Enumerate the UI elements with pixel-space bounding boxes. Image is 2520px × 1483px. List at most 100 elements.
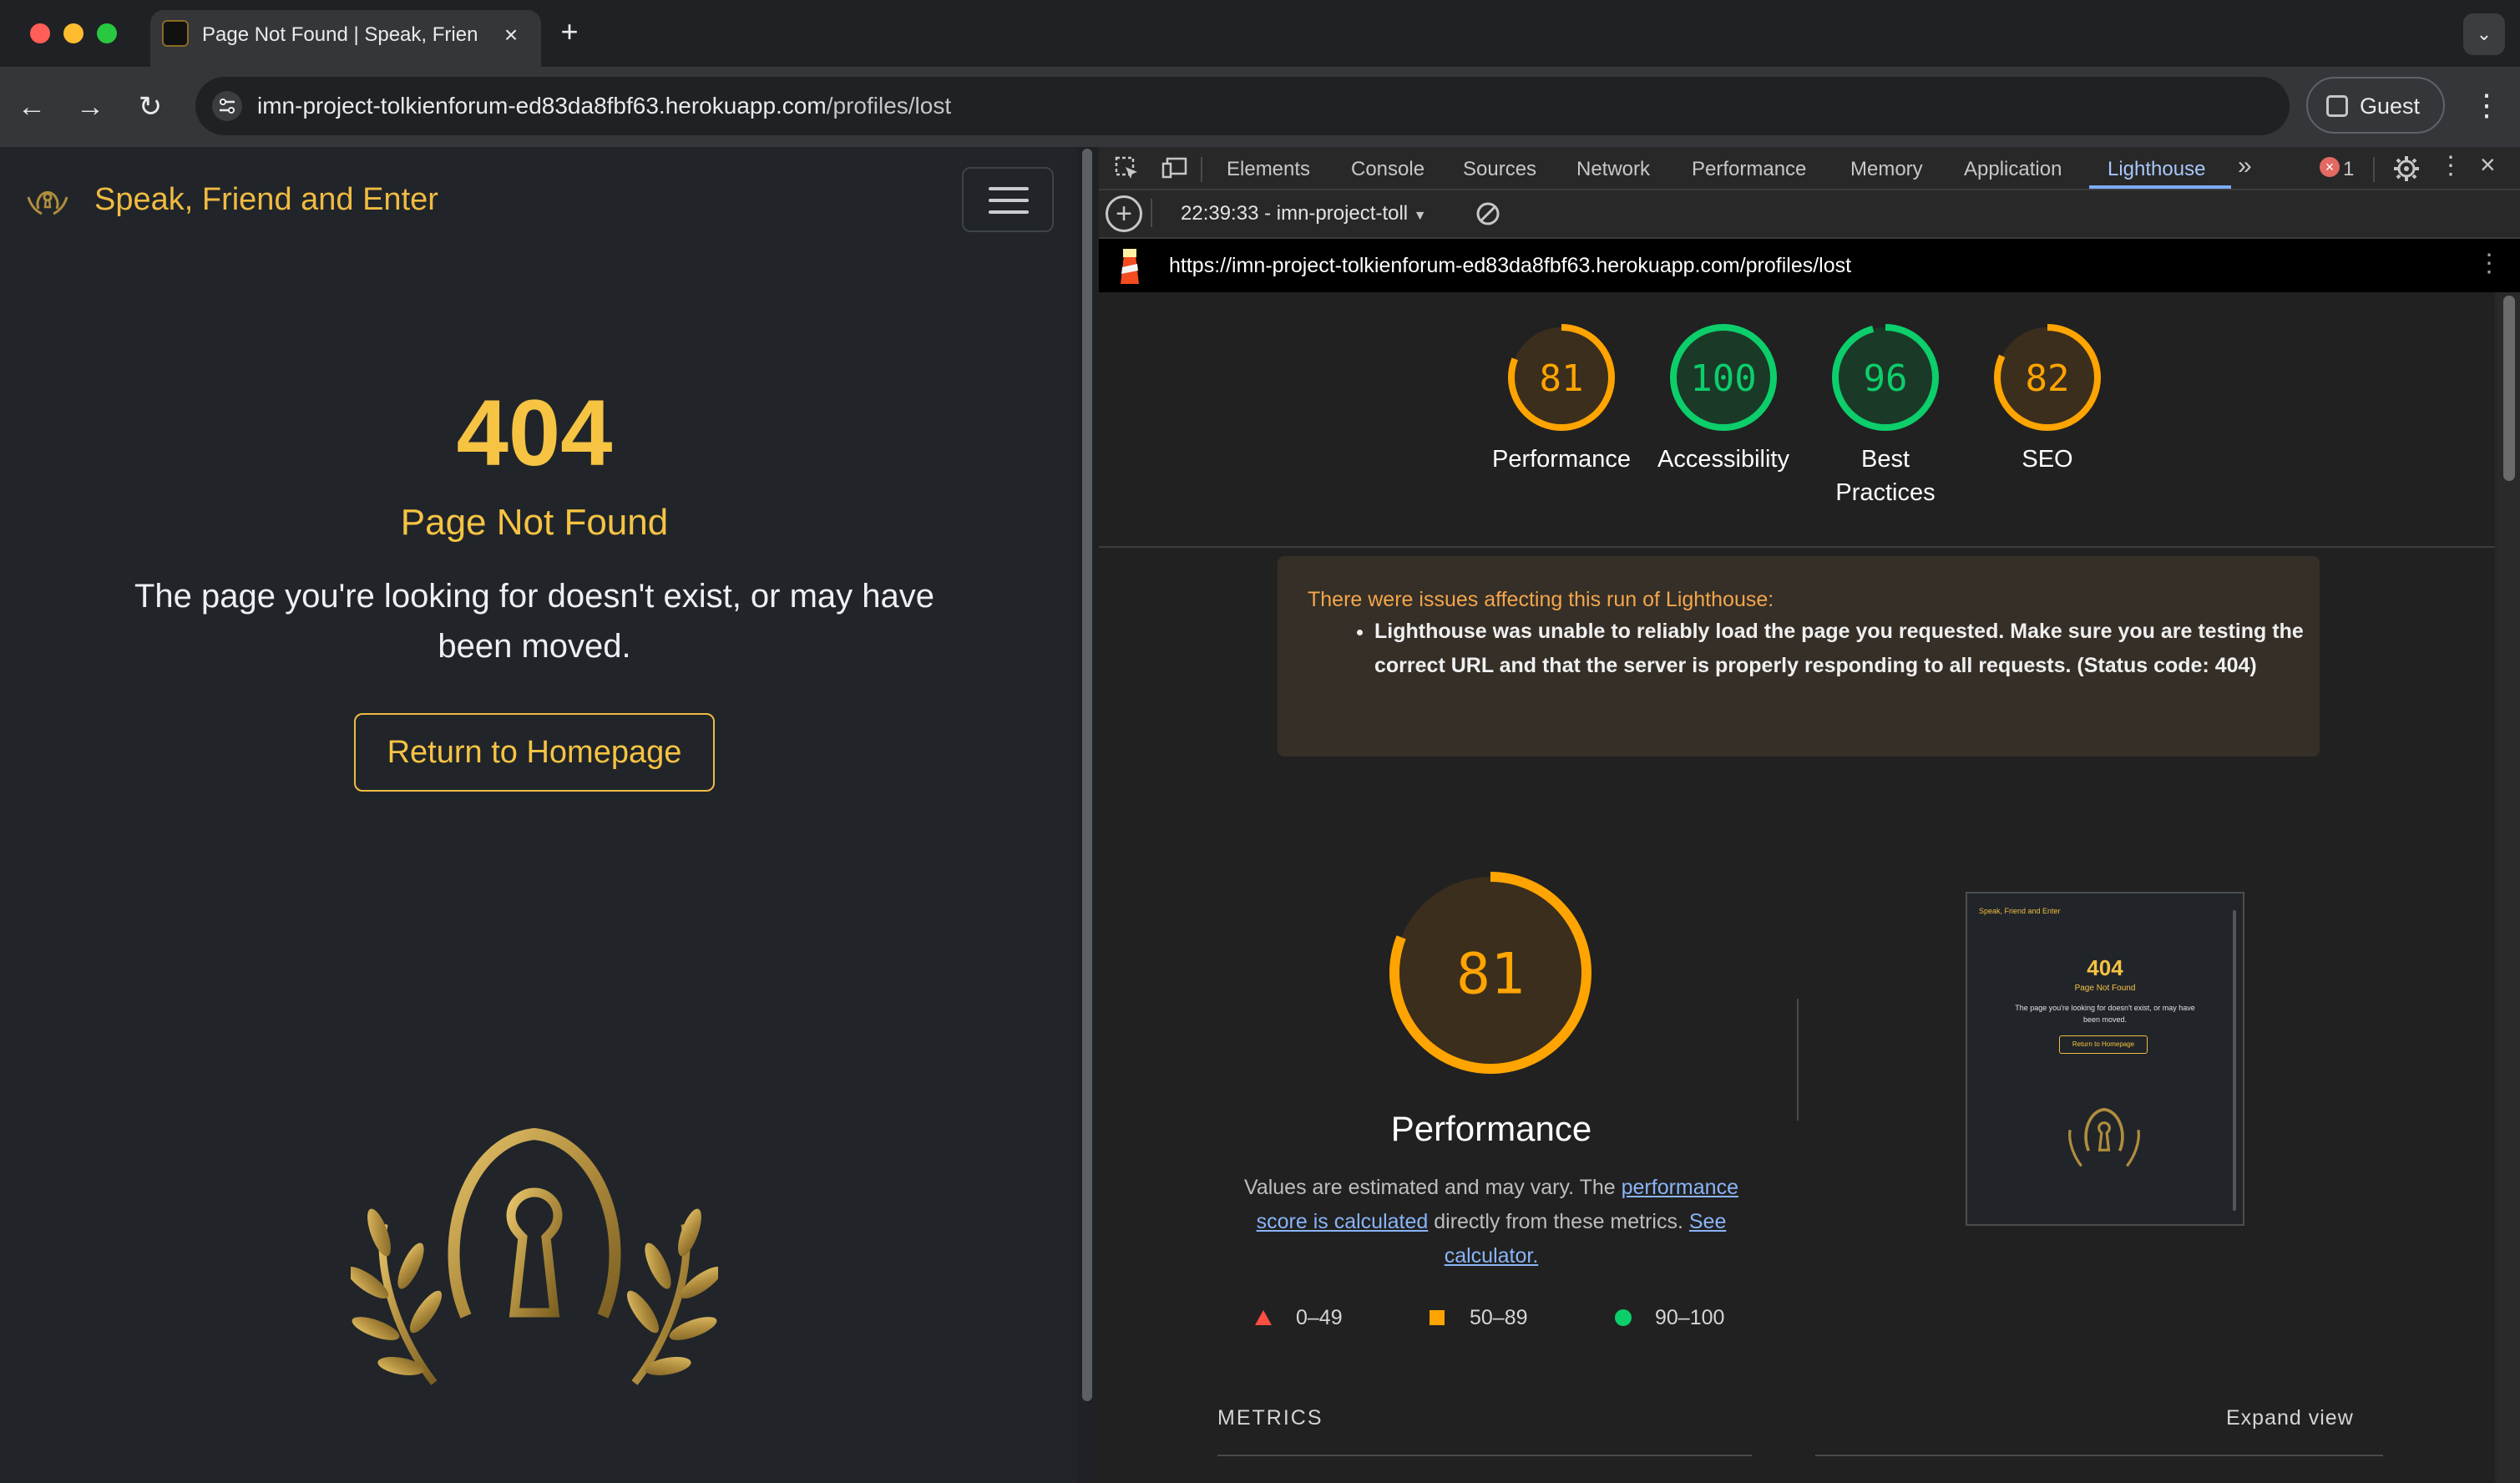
seo-gauge: 82 — [1994, 324, 2101, 431]
gauge-score: 100 — [1690, 357, 1756, 400]
accessibility-gauge: 100 — [1670, 324, 1777, 431]
tab-search-icon[interactable]: ⌄ — [2463, 13, 2505, 55]
note-text: Values are estimated and may vary. The — [1244, 1176, 1622, 1199]
thumb-scrollbar — [2233, 910, 2236, 1211]
url-text: imn-project-tolkienforum-ed83da8fbf63.he… — [257, 90, 951, 122]
minimize-window-button[interactable] — [63, 23, 83, 43]
tab-sources[interactable]: Sources — [1463, 155, 1536, 184]
error-message: The page you're looking for doesn't exis… — [134, 578, 935, 665]
performance-title: Performance — [1390, 1109, 1592, 1148]
gauge-label: Practices — [1835, 479, 1936, 506]
thumb-emblem-icon — [2068, 1107, 2140, 1167]
brand-logo-icon[interactable] — [23, 179, 72, 220]
menu-bar-icon — [989, 187, 1029, 190]
favicon-icon — [162, 20, 189, 47]
menu-bar-icon — [989, 210, 1029, 214]
tab-title: Page Not Found | Speak, Friend and Enter — [202, 23, 478, 46]
navbar-toggle-button[interactable] — [962, 167, 1054, 232]
note-text: directly from these metrics. — [1428, 1210, 1689, 1233]
tab-memory[interactable]: Memory — [1850, 155, 1923, 184]
new-tab-button[interactable]: + — [551, 13, 588, 50]
score-accessibility[interactable]: 100 Accessibility — [1657, 322, 1789, 498]
device-toolbar-icon[interactable] — [1161, 155, 1189, 182]
gauge-label: SEO — [2022, 446, 2073, 473]
tab-lighthouse[interactable]: Lighthouse — [2108, 155, 2205, 184]
gauge-score: 82 — [2026, 357, 2070, 400]
expand-view-button[interactable]: Expand view — [2226, 1406, 2354, 1430]
address-bar[interactable]: imn-project-tolkienforum-ed83da8fbf63.he… — [195, 77, 2290, 135]
report-selector[interactable]: 22:39:33 - imn-project-toll ▼ — [1181, 199, 1427, 231]
error-code: 404 — [456, 381, 613, 485]
report-menu-icon[interactable]: ⋮ — [2477, 249, 2502, 279]
warning-item: Lighthouse was unable to reliably load t… — [1374, 615, 2310, 683]
score-performance[interactable]: 81 Performance — [1492, 322, 1631, 498]
lighthouse-logo-icon — [1121, 249, 1139, 284]
vertical-divider — [1797, 999, 1799, 1121]
metrics-heading: METRICS — [1217, 1406, 1323, 1430]
url-host: imn-project-tolkienforum-ed83da8fbf63.he… — [257, 93, 827, 119]
toolbar-divider — [2373, 157, 2375, 182]
error-icon[interactable]: × — [2320, 157, 2340, 177]
profile-button[interactable]: Guest — [2306, 77, 2445, 134]
score-seo[interactable]: 82 SEO — [1982, 322, 2113, 498]
fail-triangle-icon — [1255, 1310, 1272, 1325]
close-window-button[interactable] — [30, 23, 50, 43]
legend-fail: 0–49 — [1296, 1306, 1343, 1329]
dropdown-caret-icon: ▼ — [1413, 209, 1427, 223]
tab-elements[interactable]: Elements — [1227, 155, 1310, 184]
close-devtools-icon[interactable]: × — [2480, 150, 2496, 179]
tab-performance[interactable]: Performance — [1692, 155, 1806, 184]
report-scrollbar-thumb[interactable] — [2503, 296, 2515, 481]
more-icon[interactable]: ⋮ — [2470, 84, 2503, 127]
legend-average: 50–89 — [1470, 1306, 1528, 1329]
site-info-icon[interactable] — [212, 91, 242, 121]
tab-application[interactable]: Application — [1964, 155, 2062, 184]
inspect-element-icon[interactable] — [1114, 155, 1141, 182]
back-icon[interactable]: ← — [12, 87, 52, 127]
clear-reports-icon[interactable] — [1475, 200, 1501, 227]
thumb-message: The page you're looking for doesn't exis… — [2015, 1004, 2195, 1024]
best-practices-gauge: 96 — [1832, 324, 1939, 431]
toolbar-divider — [1201, 157, 1202, 182]
report-selector-label: 22:39:33 - imn-project-toll — [1181, 202, 1409, 225]
warning-list: Lighthouse was unable to reliably load t… — [1328, 615, 2310, 683]
close-tab-icon[interactable]: × — [493, 17, 529, 53]
menu-bar-icon — [989, 199, 1029, 202]
error-title: Page Not Found — [400, 502, 669, 543]
brand-name[interactable]: Speak, Friend and Enter — [94, 179, 438, 220]
thumb-brand: Speak, Friend and Enter — [1979, 907, 2061, 915]
legend-pass: 90–100 — [1655, 1306, 1725, 1329]
forward-icon[interactable]: → — [70, 87, 110, 127]
average-square-icon — [1430, 1310, 1445, 1325]
maximize-window-button[interactable] — [97, 23, 117, 43]
warning-box: There were issues affecting this run of … — [1278, 556, 2320, 757]
performance-note: Values are estimated and may vary. The p… — [1222, 1171, 1760, 1273]
tab-console[interactable]: Console — [1351, 155, 1424, 184]
profile-icon — [2326, 95, 2348, 117]
browser-tab[interactable]: Page Not Found | Speak, Friend and Enter… — [150, 10, 541, 67]
page-screenshot-thumbnail[interactable]: Speak, Friend and Enter 404 Page Not Fou… — [1966, 892, 2244, 1226]
new-report-icon[interactable]: + — [1106, 195, 1142, 232]
score-best-practices[interactable]: 96 Best Practices — [1820, 322, 1951, 531]
gauge-label: Accessibility — [1657, 446, 1789, 473]
more-tabs-icon[interactable]: » — [2238, 152, 2252, 180]
reload-icon[interactable]: ↻ — [130, 87, 170, 127]
keyhole-laurel-emblem-icon — [351, 1127, 718, 1385]
report-url-bar: https://imn-project-tolkienforum-ed83da8… — [1099, 239, 2520, 292]
return-home-button[interactable]: Return to Homepage — [354, 713, 715, 792]
url-path: /profiles/lost — [826, 93, 952, 119]
report-url[interactable]: https://imn-project-tolkienforum-ed83da8… — [1169, 251, 1851, 281]
settings-gear-icon[interactable] — [2391, 154, 2421, 184]
gauge-label: Performance — [1491, 446, 1631, 473]
devtools-menu-icon[interactable]: ⋮ — [2438, 152, 2463, 180]
tab-network[interactable]: Network — [1576, 155, 1650, 184]
performance-main-gauge[interactable]: 81 — [1388, 870, 1593, 1076]
page-scrollbar-thumb[interactable] — [1082, 149, 1092, 1401]
gauge-score: 96 — [1864, 357, 1908, 400]
thumb-title: Page Not Found — [2074, 984, 2136, 993]
error-count[interactable]: 1 — [2343, 155, 2354, 184]
page-viewport: Speak, Friend and Enter 404 Page Not Fou… — [0, 147, 1085, 1483]
gauge-score: 81 — [1540, 357, 1584, 400]
section-divider — [1099, 546, 2495, 548]
profile-label: Guest — [2360, 94, 2421, 119]
